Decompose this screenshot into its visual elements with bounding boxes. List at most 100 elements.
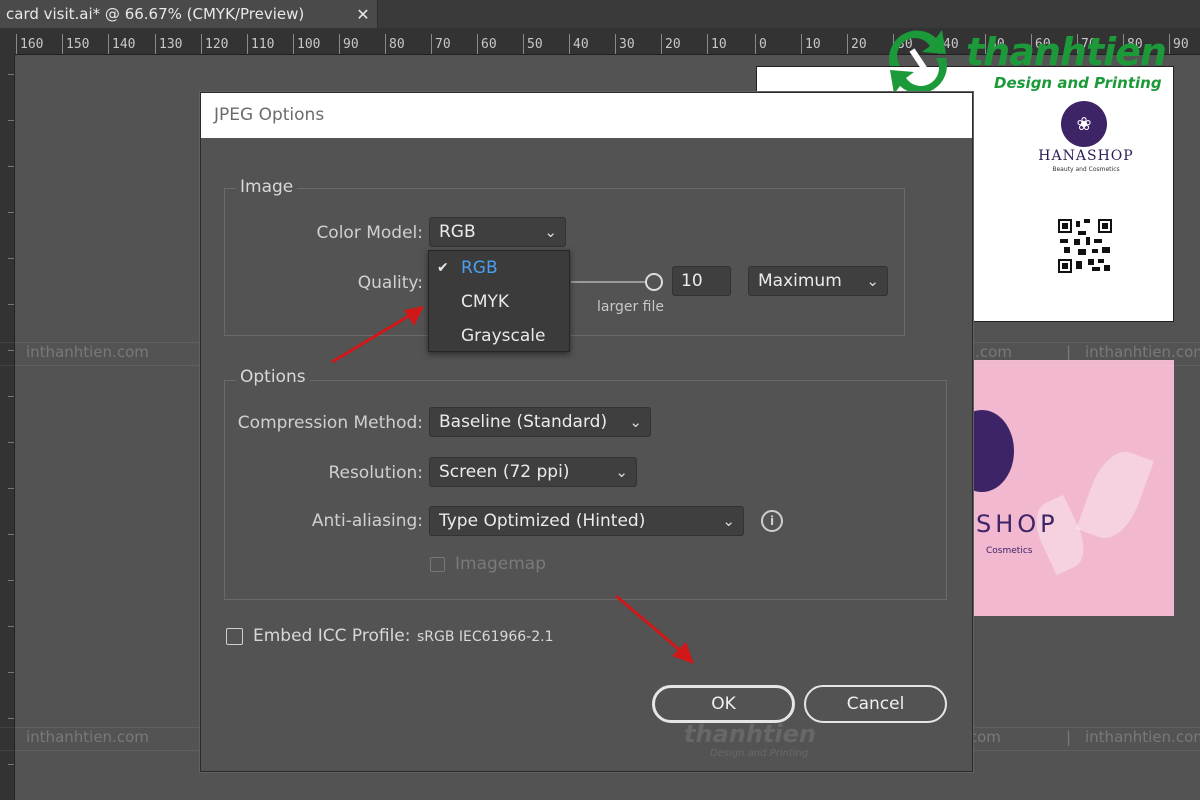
ruler-tick bbox=[8, 672, 14, 673]
ruler-label: 20 bbox=[665, 37, 681, 52]
ruler-tick bbox=[385, 34, 386, 54]
ruler-tick bbox=[755, 34, 756, 54]
color-model-label: Color Model: bbox=[316, 223, 423, 243]
ruler-label: 80 bbox=[389, 37, 405, 52]
chevron-down-icon: ⌄ bbox=[866, 272, 879, 290]
close-tab-icon[interactable]: ✕ bbox=[349, 5, 377, 24]
resolution-select[interactable]: Screen (72 ppi) ⌄ bbox=[429, 457, 637, 487]
embed-icc-checkbox[interactable] bbox=[226, 628, 243, 645]
dialog-title[interactable]: JPEG Options bbox=[201, 93, 972, 138]
ruler-tick bbox=[8, 442, 14, 443]
anti-aliasing-label: Anti-aliasing: bbox=[311, 511, 423, 531]
chevron-down-icon: ⌄ bbox=[544, 223, 557, 241]
ruler-label: 140 bbox=[112, 37, 136, 52]
ruler-tick bbox=[155, 34, 156, 54]
quality-preset-value: Maximum bbox=[758, 271, 842, 291]
watermark-text: inthanhtien.com bbox=[1085, 728, 1200, 746]
ruler-label: 110 bbox=[251, 37, 275, 52]
ruler-tick bbox=[201, 34, 202, 54]
ruler-tick bbox=[293, 34, 294, 54]
vertical-ruler[interactable] bbox=[0, 54, 15, 800]
quality-slider-track[interactable] bbox=[571, 281, 645, 283]
dialog-watermark-tagline: Design and Printing bbox=[710, 748, 809, 759]
card-tagline-large: Cosmetics bbox=[986, 546, 1033, 556]
chevron-down-icon: ⌄ bbox=[722, 512, 735, 530]
ruler-label: 10 bbox=[711, 37, 727, 52]
document-tab[interactable]: card visit.ai* @ 66.67% (CMYK/Preview) ✕ bbox=[0, 0, 378, 28]
menu-item-rgb[interactable]: ✔ RGB bbox=[429, 251, 569, 285]
anti-aliasing-value: Type Optimized (Hinted) bbox=[439, 511, 646, 531]
ruler-tick bbox=[661, 34, 662, 54]
compression-method-value: Baseline (Standard) bbox=[439, 412, 608, 432]
card-brand-name: HANASHOP bbox=[1038, 148, 1134, 164]
cancel-button[interactable]: Cancel bbox=[804, 685, 947, 723]
ruler-tick bbox=[16, 34, 17, 54]
ruler-tick bbox=[8, 212, 14, 213]
ruler-tick bbox=[615, 34, 616, 54]
checkmark-icon: ✔ bbox=[437, 260, 449, 276]
ruler-tick bbox=[247, 34, 248, 54]
ruler-label: 150 bbox=[66, 37, 90, 52]
compression-method-label: Compression Method: bbox=[237, 413, 423, 433]
watermark-separator: | bbox=[1066, 343, 1072, 361]
image-group-label: Image bbox=[236, 177, 298, 197]
info-icon[interactable]: i bbox=[761, 510, 783, 532]
ruler-tick bbox=[8, 718, 14, 719]
menu-item-label: RGB bbox=[461, 258, 498, 278]
ruler-tick bbox=[801, 34, 802, 54]
ruler-tick bbox=[8, 304, 14, 305]
menu-item-label: Grayscale bbox=[461, 326, 546, 346]
menu-item-cmyk[interactable]: CMYK bbox=[429, 285, 569, 319]
options-group-label: Options bbox=[236, 367, 310, 387]
brand-name: thanhtien bbox=[966, 30, 1167, 74]
ruler-label: 100 bbox=[297, 37, 321, 52]
embed-icc-label: Embed ICC Profile: bbox=[253, 626, 411, 646]
ruler-tick bbox=[707, 34, 708, 54]
ruler-tick bbox=[8, 580, 14, 581]
ruler-tick bbox=[339, 34, 340, 54]
quality-value-field[interactable]: 10 bbox=[672, 266, 731, 296]
ruler-tick bbox=[569, 34, 570, 54]
color-model-value: RGB bbox=[439, 222, 476, 242]
color-model-select[interactable]: RGB ⌄ bbox=[429, 217, 566, 247]
card-logo-icon: ❀ bbox=[1061, 101, 1107, 147]
ruler-label: 120 bbox=[205, 37, 229, 52]
ruler-tick bbox=[8, 120, 14, 121]
ruler-tick bbox=[8, 626, 14, 627]
ruler-label: 60 bbox=[481, 37, 497, 52]
ruler-tick bbox=[8, 396, 14, 397]
ruler-tick bbox=[8, 258, 14, 259]
ruler-tick bbox=[847, 34, 848, 54]
ruler-label: 10 bbox=[805, 37, 821, 52]
ruler-tick bbox=[8, 74, 14, 75]
ruler-label: 90 bbox=[343, 37, 359, 52]
ruler-label: 50 bbox=[527, 37, 543, 52]
color-model-menu: ✔ RGB CMYK Grayscale bbox=[428, 250, 570, 352]
ok-button[interactable]: OK bbox=[652, 685, 795, 723]
ruler-label: 0 bbox=[759, 37, 767, 52]
jpeg-options-dialog: JPEG Options Image Color Model: RGB ⌄ Qu… bbox=[200, 92, 973, 772]
ruler-tick bbox=[523, 34, 524, 54]
quality-label: Quality: bbox=[357, 273, 423, 293]
imagemap-checkbox[interactable] bbox=[430, 557, 445, 572]
card-tagline: Beauty and Cosmetics bbox=[1052, 166, 1120, 173]
ruler-label: 20 bbox=[851, 37, 867, 52]
qr-code-icon bbox=[1058, 219, 1112, 273]
ruler-tick bbox=[431, 34, 432, 54]
menu-item-grayscale[interactable]: Grayscale bbox=[429, 319, 569, 353]
brand-tagline: Design and Printing bbox=[994, 74, 1162, 92]
ruler-label: 30 bbox=[619, 37, 635, 52]
card-brand-name-large: SHOP bbox=[976, 510, 1059, 538]
watermark-separator: | bbox=[1066, 728, 1072, 746]
menu-item-label: CMYK bbox=[461, 292, 510, 312]
ruler-tick bbox=[8, 764, 14, 765]
anti-aliasing-select[interactable]: Type Optimized (Hinted) ⌄ bbox=[429, 506, 744, 536]
quality-preset-select[interactable]: Maximum ⌄ bbox=[748, 266, 888, 296]
ruler-tick bbox=[108, 34, 109, 54]
ruler-label: 130 bbox=[159, 37, 183, 52]
compression-method-select[interactable]: Baseline (Standard) ⌄ bbox=[429, 407, 651, 437]
ruler-label: 160 bbox=[20, 37, 44, 52]
ruler-tick bbox=[8, 166, 14, 167]
quality-slider-knob[interactable] bbox=[645, 273, 663, 291]
ruler-tick bbox=[8, 534, 14, 535]
